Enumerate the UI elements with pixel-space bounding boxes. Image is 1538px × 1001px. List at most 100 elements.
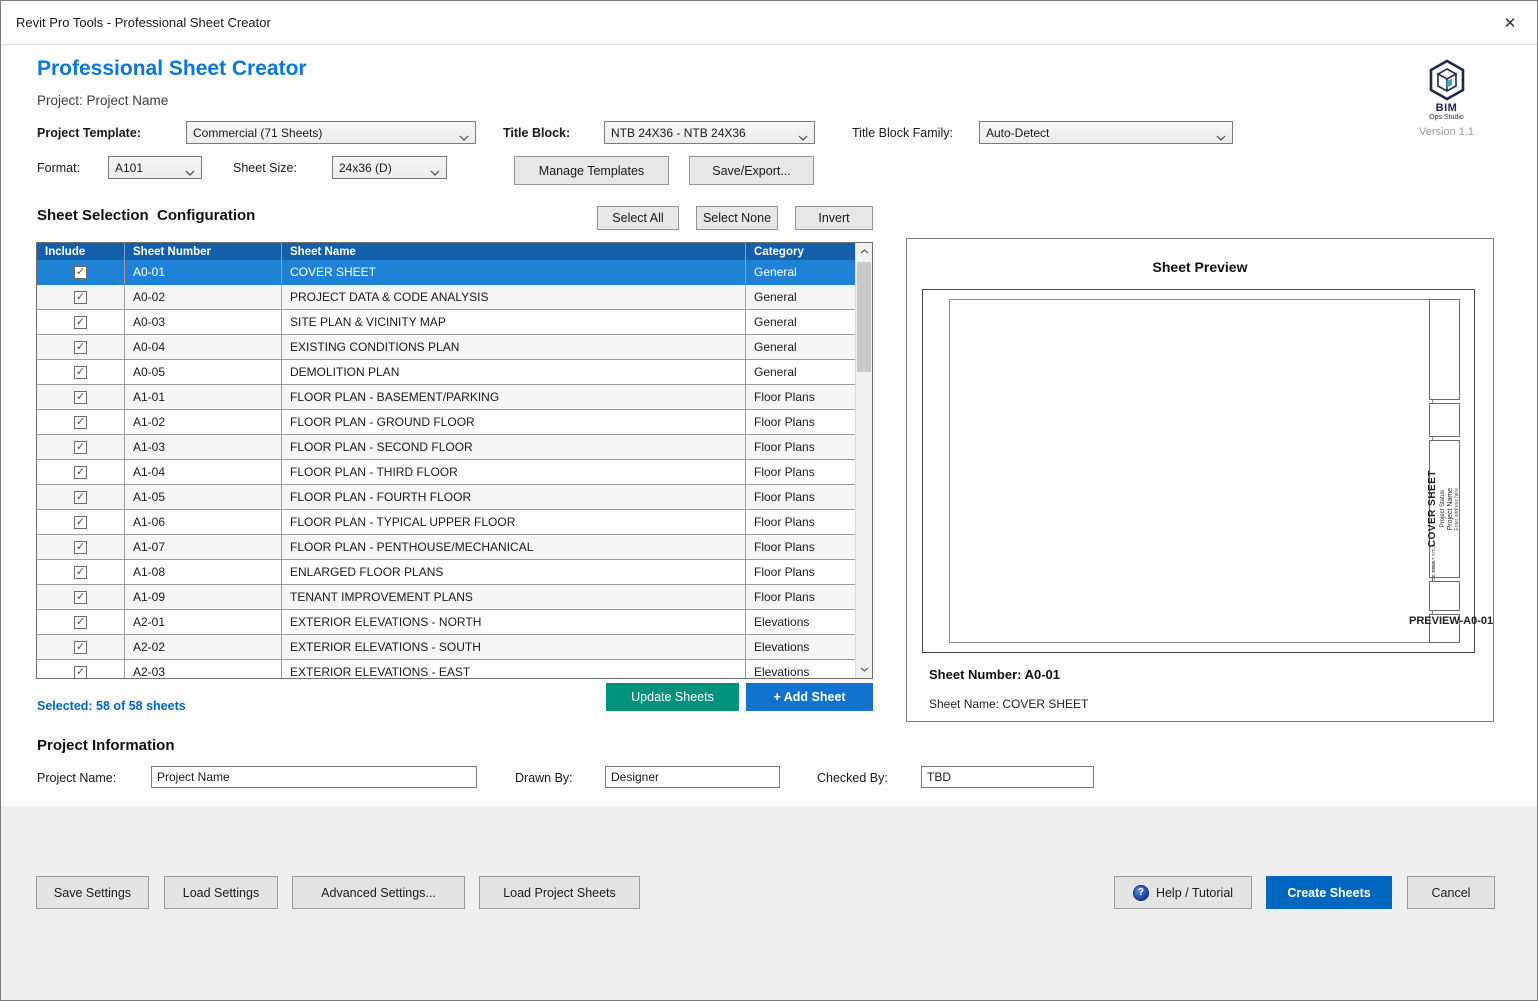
include-checkbox[interactable]: ✓ <box>37 535 124 559</box>
help-tutorial-button[interactable]: ? Help / Tutorial <box>1114 876 1252 909</box>
format-dropdown[interactable]: A101 <box>108 156 202 179</box>
table-row[interactable]: ✓ A1-01 FLOOR PLAN - BASEMENT/PARKING Fl… <box>37 385 855 410</box>
column-header-sheet-number[interactable]: Sheet Number <box>124 243 281 260</box>
check-icon: ✓ <box>76 267 85 278</box>
check-icon: ✓ <box>76 542 85 553</box>
table-row[interactable]: ✓ A0-03 SITE PLAN & VICINITY MAP General <box>37 310 855 335</box>
title-block-dropdown[interactable]: NTB 24X36 - NTB 24X36 <box>604 121 815 144</box>
save-export-button[interactable]: Save/Export... <box>689 156 814 185</box>
checked-by-input[interactable]: TBD <box>921 766 1094 788</box>
add-sheet-button[interactable]: + Add Sheet <box>746 683 873 711</box>
category-cell: General <box>745 285 855 309</box>
select-all-button[interactable]: Select All <box>597 206 679 230</box>
include-checkbox[interactable]: ✓ <box>37 635 124 659</box>
update-sheets-button[interactable]: Update Sheets <box>606 683 739 711</box>
scroll-up-icon[interactable] <box>856 243 872 260</box>
drawn-by-input[interactable]: Designer <box>605 766 780 788</box>
sheet-number-cell: A1-02 <box>124 410 281 434</box>
table-row[interactable]: ✓ A1-09 TENANT IMPROVEMENT PLANS Floor P… <box>37 585 855 610</box>
sheet-number-cell: A2-03 <box>124 660 281 679</box>
include-checkbox[interactable]: ✓ <box>37 285 124 309</box>
table-row[interactable]: ✓ A1-05 FLOOR PLAN - FOURTH FLOOR Floor … <box>37 485 855 510</box>
sheet-table-body: ✓ A0-01 COVER SHEET General ✓ A0-02 PROJ… <box>37 260 855 679</box>
title-block-strip: COVER SHEET Project Status Project Name … <box>1429 299 1460 643</box>
chevron-down-icon <box>459 130 469 144</box>
table-row[interactable]: ✓ A1-02 FLOOR PLAN - GROUND FLOOR Floor … <box>37 410 855 435</box>
column-header-sheet-name[interactable]: Sheet Name <box>281 243 745 260</box>
table-row[interactable]: ✓ A0-02 PROJECT DATA & CODE ANALYSIS Gen… <box>37 285 855 310</box>
include-checkbox[interactable]: ✓ <box>37 310 124 334</box>
column-header-include[interactable]: Include <box>37 243 124 260</box>
create-sheets-button[interactable]: Create Sheets <box>1266 876 1392 909</box>
check-icon: ✓ <box>76 667 85 678</box>
include-checkbox[interactable]: ✓ <box>37 410 124 434</box>
vertical-scrollbar[interactable] <box>855 243 872 678</box>
table-row[interactable]: ✓ A0-05 DEMOLITION PLAN General <box>37 360 855 385</box>
check-icon: ✓ <box>76 492 85 503</box>
sheet-number-cell: A1-04 <box>124 460 281 484</box>
include-checkbox[interactable]: ✓ <box>37 610 124 634</box>
logo-text-ops-studio: Ops Studio <box>1409 114 1484 121</box>
category-cell: General <box>745 310 855 334</box>
include-checkbox[interactable]: ✓ <box>37 360 124 384</box>
table-row[interactable]: ✓ A1-06 FLOOR PLAN - TYPICAL UPPER FLOOR… <box>37 510 855 535</box>
include-checkbox[interactable]: ✓ <box>37 335 124 359</box>
table-row[interactable]: ✓ A0-04 EXISTING CONDITIONS PLAN General <box>37 335 855 360</box>
table-row[interactable]: ✓ A1-08 ENLARGED FLOOR PLANS Floor Plans <box>37 560 855 585</box>
table-row[interactable]: ✓ A2-01 EXTERIOR ELEVATIONS - NORTH Elev… <box>37 610 855 635</box>
scrollbar-thumb[interactable] <box>857 262 871 372</box>
invert-button[interactable]: Invert <box>795 206 873 230</box>
include-checkbox[interactable]: ✓ <box>37 485 124 509</box>
title-block-family-dropdown[interactable]: Auto-Detect <box>979 121 1233 144</box>
save-settings-button[interactable]: Save Settings <box>36 876 149 909</box>
include-checkbox[interactable]: ✓ <box>37 435 124 459</box>
advanced-settings-button[interactable]: Advanced Settings... <box>292 876 465 909</box>
category-cell: Floor Plans <box>745 585 855 609</box>
sheet-number-cell: A0-05 <box>124 360 281 384</box>
sheet-table-header: Include Sheet Number Sheet Name Category <box>37 243 872 260</box>
close-button[interactable]: ✕ <box>1495 9 1525 37</box>
sheet-number-cell: A1-03 <box>124 435 281 459</box>
drawn-by-label: Drawn By: <box>515 771 573 785</box>
table-row[interactable]: ✓ A1-07 FLOOR PLAN - PENTHOUSE/MECHANICA… <box>37 535 855 560</box>
category-cell: Floor Plans <box>745 435 855 459</box>
column-header-category[interactable]: Category <box>745 243 838 260</box>
table-row[interactable]: ✓ A0-01 COVER SHEET General <box>37 260 855 285</box>
include-checkbox[interactable]: ✓ <box>37 660 124 679</box>
table-row[interactable]: ✓ A2-03 EXTERIOR ELEVATIONS - EAST Eleva… <box>37 660 855 679</box>
table-row[interactable]: ✓ A1-04 FLOOR PLAN - THIRD FLOOR Floor P… <box>37 460 855 485</box>
load-settings-button[interactable]: Load Settings <box>164 876 278 909</box>
sheet-number-cell: A0-03 <box>124 310 281 334</box>
include-checkbox[interactable]: ✓ <box>37 510 124 534</box>
sheet-number-cell: A1-06 <box>124 510 281 534</box>
load-project-sheets-button[interactable]: Load Project Sheets <box>479 876 640 909</box>
include-checkbox[interactable]: ✓ <box>37 460 124 484</box>
sheet-name-cell: FLOOR PLAN - BASEMENT/PARKING <box>281 385 745 409</box>
sheet-preview-panel: Sheet Preview COVER SHEET Project Status… <box>906 238 1494 722</box>
include-checkbox[interactable]: ✓ <box>37 385 124 409</box>
titleblock-status: Project Status <box>1440 490 1446 527</box>
sheet-name-cell: TENANT IMPROVEMENT PLANS <box>281 585 745 609</box>
cancel-button[interactable]: Cancel <box>1407 876 1495 909</box>
category-cell: Floor Plans <box>745 460 855 484</box>
check-icon: ✓ <box>76 617 85 628</box>
sheet-name-cell: COVER SHEET <box>281 260 745 284</box>
revision-table <box>1429 403 1460 437</box>
sheet-name-cell: SITE PLAN & VICINITY MAP <box>281 310 745 334</box>
project-name-input[interactable]: Project Name <box>151 766 477 788</box>
manage-templates-button[interactable]: Manage Templates <box>514 156 669 185</box>
scroll-down-icon[interactable] <box>856 661 872 678</box>
sheet-name-cell: ENLARGED FLOOR PLANS <box>281 560 745 584</box>
project-template-dropdown[interactable]: Commercial (71 Sheets) <box>186 121 476 144</box>
include-checkbox[interactable]: ✓ <box>37 260 124 284</box>
select-none-button[interactable]: Select None <box>696 206 778 230</box>
sheet-number-cell: A1-09 <box>124 585 281 609</box>
include-checkbox[interactable]: ✓ <box>37 560 124 584</box>
include-checkbox[interactable]: ✓ <box>37 585 124 609</box>
title-block-label: Title Block: <box>503 126 570 140</box>
sheet-size-dropdown[interactable]: 24x36 (D) <box>332 156 447 179</box>
category-cell: Floor Plans <box>745 560 855 584</box>
sheet-number-cell: A1-05 <box>124 485 281 509</box>
table-row[interactable]: ✓ A1-03 FLOOR PLAN - SECOND FLOOR Floor … <box>37 435 855 460</box>
table-row[interactable]: ✓ A2-02 EXTERIOR ELEVATIONS - SOUTH Elev… <box>37 635 855 660</box>
